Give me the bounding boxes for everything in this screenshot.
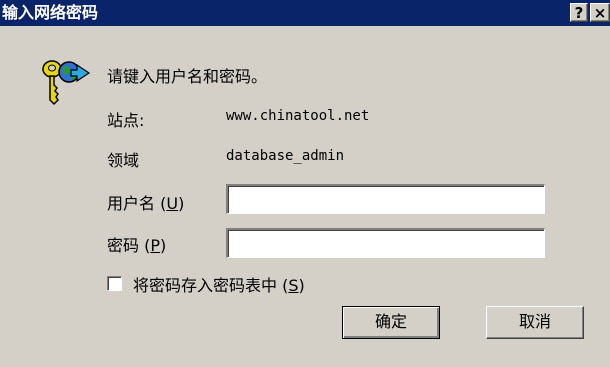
prompt-text: 请键入用户名和密码。 <box>107 67 268 86</box>
username-label: 用户名 (U) <box>107 190 184 214</box>
help-button[interactable]: ? <box>570 3 588 22</box>
username-input[interactable] <box>226 184 545 214</box>
ok-button[interactable]: 确定 <box>342 306 440 339</box>
password-label: 密码 (P) <box>107 232 166 256</box>
save-password-mnemonic: (S) <box>282 276 305 295</box>
realm-label: 领域 <box>107 151 140 170</box>
close-button[interactable]: × <box>590 3 610 22</box>
save-password-checkbox[interactable] <box>107 276 122 291</box>
password-label-text: 密码 <box>107 236 140 255</box>
realm-value: database_admin <box>226 148 345 164</box>
username-mnemonic: (U) <box>160 194 185 213</box>
site-label: 站点: <box>107 111 145 130</box>
save-password-label[interactable]: 将密码存入密码表中 (S) <box>133 272 305 296</box>
password-input[interactable] <box>226 228 545 258</box>
keys-globe-icon <box>42 60 91 106</box>
save-password-label-text: 将密码存入密码表中 <box>133 276 278 295</box>
site-value: www.chinatool.net <box>226 108 370 124</box>
window-title: 输入网络密码 <box>2 3 99 22</box>
title-bar[interactable]: 输入网络密码 ? × <box>0 0 610 26</box>
password-mnemonic: (P) <box>144 236 167 255</box>
username-label-text: 用户名 <box>107 194 156 213</box>
network-password-dialog: 输入网络密码 ? × 请键入用户名和密码。 站点: www.chinatool.… <box>0 0 610 367</box>
cancel-button[interactable]: 取消 <box>486 306 584 339</box>
